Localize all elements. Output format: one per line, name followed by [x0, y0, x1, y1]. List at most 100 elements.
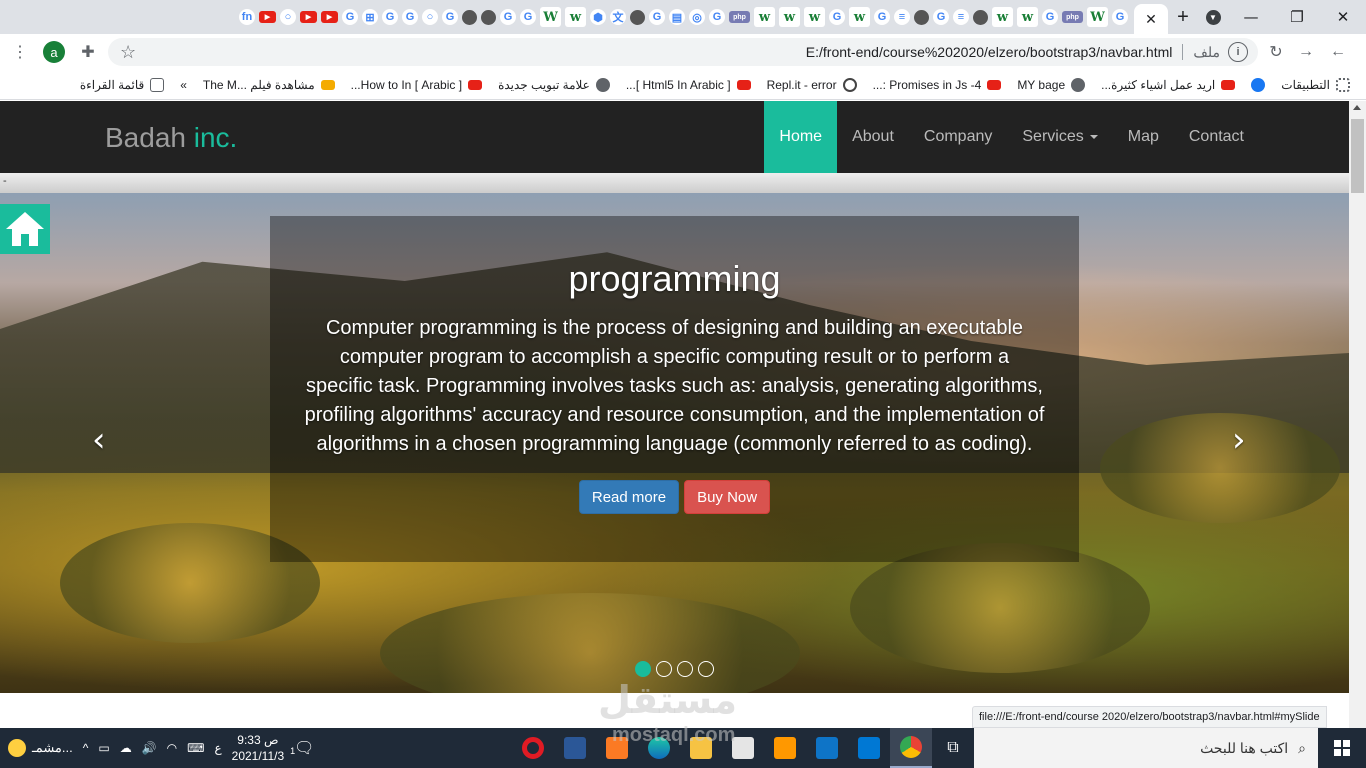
- weather-widget[interactable]: مشمـ...: [8, 739, 73, 757]
- notification-button[interactable]: 🗨 1: [290, 738, 314, 758]
- battery-icon[interactable]: ▭: [98, 741, 109, 755]
- close-window-button[interactable]: ✕: [1320, 0, 1366, 34]
- w3-tab-icon[interactable]: w: [992, 7, 1013, 27]
- keyboard-icon[interactable]: ⌨: [187, 741, 204, 755]
- carousel-indicator[interactable]: [677, 661, 693, 677]
- buy-now-button[interactable]: Buy Now: [684, 480, 771, 514]
- carousel-prev-icon[interactable]: ‹: [92, 420, 106, 460]
- bookmark-item[interactable]: [ Arabic ] How to In...: [343, 78, 490, 92]
- github-tab-icon[interactable]: [630, 9, 645, 25]
- snipping-app[interactable]: [554, 728, 596, 768]
- clock[interactable]: 9:33 ص 2021/11/3: [232, 732, 285, 764]
- globe-tab-icon[interactable]: [462, 9, 477, 25]
- google-tab-icon[interactable]: G: [1042, 9, 1058, 25]
- carousel-next-icon[interactable]: ›: [1232, 420, 1246, 460]
- w3-tab-icon[interactable]: w: [1017, 7, 1038, 27]
- nav-item-company[interactable]: Company: [909, 101, 1007, 173]
- bookmark-item[interactable]: 4- Promises in Js :...: [865, 78, 1010, 92]
- google-tab-icon[interactable]: G: [402, 9, 418, 25]
- sublime-app[interactable]: [764, 728, 806, 768]
- wikipedia-tab-icon[interactable]: W: [540, 7, 561, 27]
- google-tab-icon[interactable]: G: [649, 9, 665, 25]
- new-tab-button[interactable]: +: [1168, 2, 1198, 32]
- google-tab-icon[interactable]: G: [442, 9, 458, 25]
- bookmark-star-icon[interactable]: ☆: [120, 42, 136, 63]
- volume-icon[interactable]: 🔊: [142, 741, 157, 755]
- google-tab-icon[interactable]: G: [1112, 9, 1128, 25]
- brand-logo[interactable]: Badah inc.: [105, 122, 237, 154]
- active-tab[interactable]: ✕: [1134, 4, 1168, 34]
- mail-app[interactable]: [848, 728, 890, 768]
- google-tab-icon[interactable]: G: [709, 9, 725, 25]
- extensions-icon[interactable]: ✚: [72, 36, 104, 68]
- menu-icon[interactable]: ⋮: [4, 36, 36, 68]
- circle-tab-icon[interactable]: ○: [280, 9, 296, 25]
- reading-list-button[interactable]: قائمة القراءة: [72, 77, 172, 92]
- cloud-icon[interactable]: ☁: [120, 741, 132, 755]
- nav-item-home[interactable]: Home: [764, 101, 838, 173]
- youtube-tab-icon[interactable]: ▶: [259, 11, 276, 23]
- address-bar[interactable]: i ملف E:/front-end/course%202020/elzero/…: [108, 38, 1258, 66]
- w3-tab-icon[interactable]: w: [804, 7, 825, 27]
- scroll-up-icon[interactable]: [1353, 105, 1361, 110]
- doc-tab-icon[interactable]: ▤: [669, 9, 685, 25]
- google-tab-icon[interactable]: G: [520, 9, 536, 25]
- scroll-thumb[interactable]: [1351, 119, 1364, 193]
- tray-expand-icon[interactable]: ^: [83, 741, 89, 755]
- bookmark-item[interactable]: MY bage: [1009, 77, 1093, 92]
- profile-button[interactable]: a: [38, 36, 70, 68]
- chrome-app[interactable]: [890, 728, 932, 768]
- vscode-app[interactable]: [806, 728, 848, 768]
- carousel-indicator[interactable]: [698, 661, 714, 677]
- bookmark-item[interactable]: [1243, 77, 1273, 92]
- wikipedia-tab-icon[interactable]: W: [1087, 7, 1108, 27]
- bookmark-item[interactable]: اريد عمل اشياء كثيرة...: [1093, 78, 1243, 92]
- input-language[interactable]: ع: [214, 741, 221, 755]
- bookmark-item[interactable]: علامة تبويب جديدة: [490, 77, 618, 92]
- nav-item-services[interactable]: Services: [1007, 101, 1112, 173]
- php-tab-icon[interactable]: php: [729, 11, 750, 23]
- globe-tab-icon[interactable]: [481, 9, 496, 25]
- php-tab-icon[interactable]: php: [1062, 11, 1083, 23]
- read-more-button[interactable]: Read more: [578, 480, 680, 514]
- carousel-indicator[interactable]: [656, 661, 672, 677]
- google-tab-icon[interactable]: G: [829, 9, 845, 25]
- globe-tab-icon[interactable]: [914, 9, 929, 25]
- bookmark-item[interactable]: مشاهدة فيلم ...The M: [195, 78, 343, 92]
- start-button[interactable]: [1318, 728, 1366, 768]
- youtube-tab-icon[interactable]: ▶: [300, 11, 317, 23]
- bookmarks-overflow-button[interactable]: »: [172, 78, 195, 92]
- page-scrollbar[interactable]: [1349, 101, 1366, 728]
- home-button[interactable]: [0, 204, 50, 254]
- nav-item-map[interactable]: Map: [1113, 101, 1174, 173]
- bookmark-item[interactable]: [ Html5 In Arabic ]...: [618, 78, 759, 92]
- forward-icon[interactable]: →: [1290, 36, 1322, 68]
- carousel-indicator[interactable]: [635, 661, 651, 677]
- ext-tab-icon[interactable]: ⊞: [362, 9, 378, 25]
- w3-tab-icon[interactable]: w: [779, 7, 800, 27]
- w3-tab-icon[interactable]: w: [849, 7, 870, 27]
- task-view-button[interactable]: ⧉: [932, 728, 974, 768]
- google-tab-icon[interactable]: G: [500, 9, 516, 25]
- w3-tab-icon[interactable]: w: [565, 7, 586, 27]
- nav-item-contact[interactable]: Contact: [1174, 101, 1259, 173]
- bookmark-item[interactable]: التطبيقات: [1273, 77, 1358, 92]
- w3-tab-icon[interactable]: w: [754, 7, 775, 27]
- fn-tab-icon[interactable]: fn: [239, 9, 255, 25]
- back-icon[interactable]: ←: [1322, 36, 1354, 68]
- minimize-window-button[interactable]: —: [1228, 0, 1274, 34]
- maximize-window-button[interactable]: ❐: [1274, 0, 1320, 34]
- bookmark-item[interactable]: Repl.it - error: [759, 77, 865, 92]
- nav-item-about[interactable]: About: [837, 101, 909, 173]
- infinity-tab-icon[interactable]: [973, 9, 988, 25]
- wifi-icon[interactable]: ◠: [167, 741, 177, 755]
- stackoverflow-tab-icon[interactable]: ≡: [894, 9, 910, 25]
- chat-tab-icon[interactable]: ◎: [689, 9, 705, 25]
- reload-icon[interactable]: ↻: [1260, 36, 1292, 68]
- google-tab-icon[interactable]: G: [874, 9, 890, 25]
- shield-tab-icon[interactable]: ⬢: [590, 9, 606, 25]
- circle-tab-icon[interactable]: ○: [422, 9, 438, 25]
- google-tab-icon[interactable]: G: [342, 9, 358, 25]
- taskbar-search[interactable]: ⌕ اكتب هنا للبحث: [974, 728, 1318, 768]
- google-tab-icon[interactable]: G: [933, 9, 949, 25]
